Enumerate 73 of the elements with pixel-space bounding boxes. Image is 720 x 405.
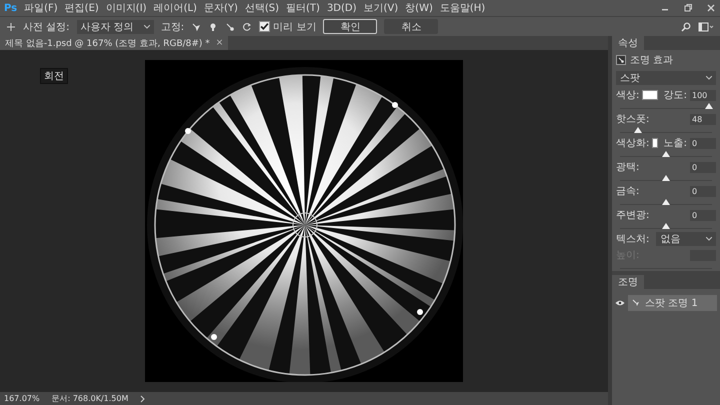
color-swatch[interactable] [652, 138, 658, 148]
slider-thumb[interactable] [662, 175, 670, 181]
slider-thumb[interactable] [662, 199, 670, 205]
document-size: 문서: 768.0K/1.50M [52, 393, 128, 404]
ellipse-handle[interactable] [211, 334, 217, 340]
menu-item[interactable]: 보기(V) [364, 1, 398, 15]
document-tab[interactable]: 제목 없음-1.psd @ 167% (조명 효과, RGB/8#) * × [0, 36, 228, 50]
menu-item[interactable]: 도움말(H) [440, 1, 486, 15]
field-label: 노출: [664, 137, 687, 150]
slider-thumb[interactable] [662, 151, 670, 157]
light-center-ring[interactable] [292, 212, 318, 238]
dialog-button[interactable]: 확인 [323, 19, 378, 34]
search-icon[interactable] [681, 22, 691, 32]
field-label: 색상: [616, 89, 640, 102]
light-effect-icon [616, 55, 626, 65]
value-field[interactable]: 0 [690, 138, 716, 148]
menu-item[interactable]: 이미지(I) [106, 1, 147, 15]
menu-item[interactable]: 필터(T) [286, 1, 320, 15]
preset-label: 사전 설정: [23, 20, 70, 34]
value-field[interactable]: 0 [690, 210, 716, 220]
zoom-level: 167.07% [4, 394, 40, 403]
field-label: 광택: [616, 161, 640, 174]
ellipse-handle[interactable] [392, 102, 398, 108]
workspace-icon[interactable] [698, 22, 714, 32]
preview-checkbox[interactable] [259, 21, 270, 32]
restore-icon[interactable] [683, 3, 693, 13]
slider-thumb[interactable] [634, 127, 642, 133]
panel-tab[interactable]: 속성 [612, 36, 644, 50]
texture-dropdown[interactable]: 없음 [656, 232, 716, 246]
value-field[interactable]: 100 [690, 90, 716, 100]
preset-dropdown[interactable]: 사용자 정의 [76, 20, 154, 34]
menu-item[interactable]: 선택(S) [244, 1, 280, 15]
caret-icon [706, 237, 712, 241]
visibility-eye-icon[interactable] [615, 300, 625, 306]
caret-icon [706, 76, 712, 80]
ellipse-handle[interactable] [417, 309, 423, 315]
value-field[interactable]: 0 [690, 162, 716, 172]
mode-label: 고정: [160, 20, 184, 34]
field-label: 핫스폿: [616, 113, 650, 126]
menu-item[interactable]: 레이어(L) [154, 1, 197, 15]
light-type-dropdown[interactable]: 스팟 [616, 71, 716, 85]
field-label: 강도: [664, 89, 687, 102]
menu-item[interactable]: 파일(F) [24, 1, 58, 15]
point-light-icon[interactable] [208, 22, 218, 32]
light-list-item[interactable]: 스팟 조명 1 [628, 295, 717, 311]
ellipse-handle[interactable] [185, 128, 191, 134]
tab-close-button[interactable]: × [216, 38, 224, 48]
tooltip: 회전 [40, 68, 68, 84]
slider-thumb[interactable] [705, 103, 714, 109]
menu-item[interactable]: 창(W) [405, 1, 433, 15]
slider-thumb[interactable] [662, 223, 670, 229]
menu-item[interactable]: 편집(E) [64, 1, 99, 15]
infinite-light-icon[interactable] [225, 22, 236, 32]
field-label: 색상화: [616, 137, 650, 150]
dialog-button[interactable]: 취소 [384, 19, 438, 34]
move-tool-icon[interactable] [6, 22, 16, 32]
app-logo: Ps [4, 2, 18, 14]
field-label: 주변광: [616, 209, 650, 222]
rotate-icon[interactable] [242, 22, 252, 32]
menu-item[interactable]: 문자(Y) [204, 1, 238, 15]
value-field[interactable]: 48 [690, 114, 716, 124]
panel-title: 조명 효과 [630, 54, 674, 67]
value-field[interactable]: 0 [690, 186, 716, 196]
preview-label: 미리 보기 [273, 20, 316, 34]
field-label: 텍스처: [616, 233, 650, 246]
spot-light-icon [631, 298, 641, 308]
caret-icon [144, 24, 150, 28]
spot-light-icon[interactable] [191, 22, 202, 32]
panel-tab[interactable]: 조명 [612, 275, 644, 289]
menu-item[interactable]: 3D(D) [326, 2, 357, 14]
field-label: 금속: [616, 185, 640, 198]
close-icon[interactable] [706, 3, 716, 13]
color-swatch[interactable] [642, 90, 658, 100]
